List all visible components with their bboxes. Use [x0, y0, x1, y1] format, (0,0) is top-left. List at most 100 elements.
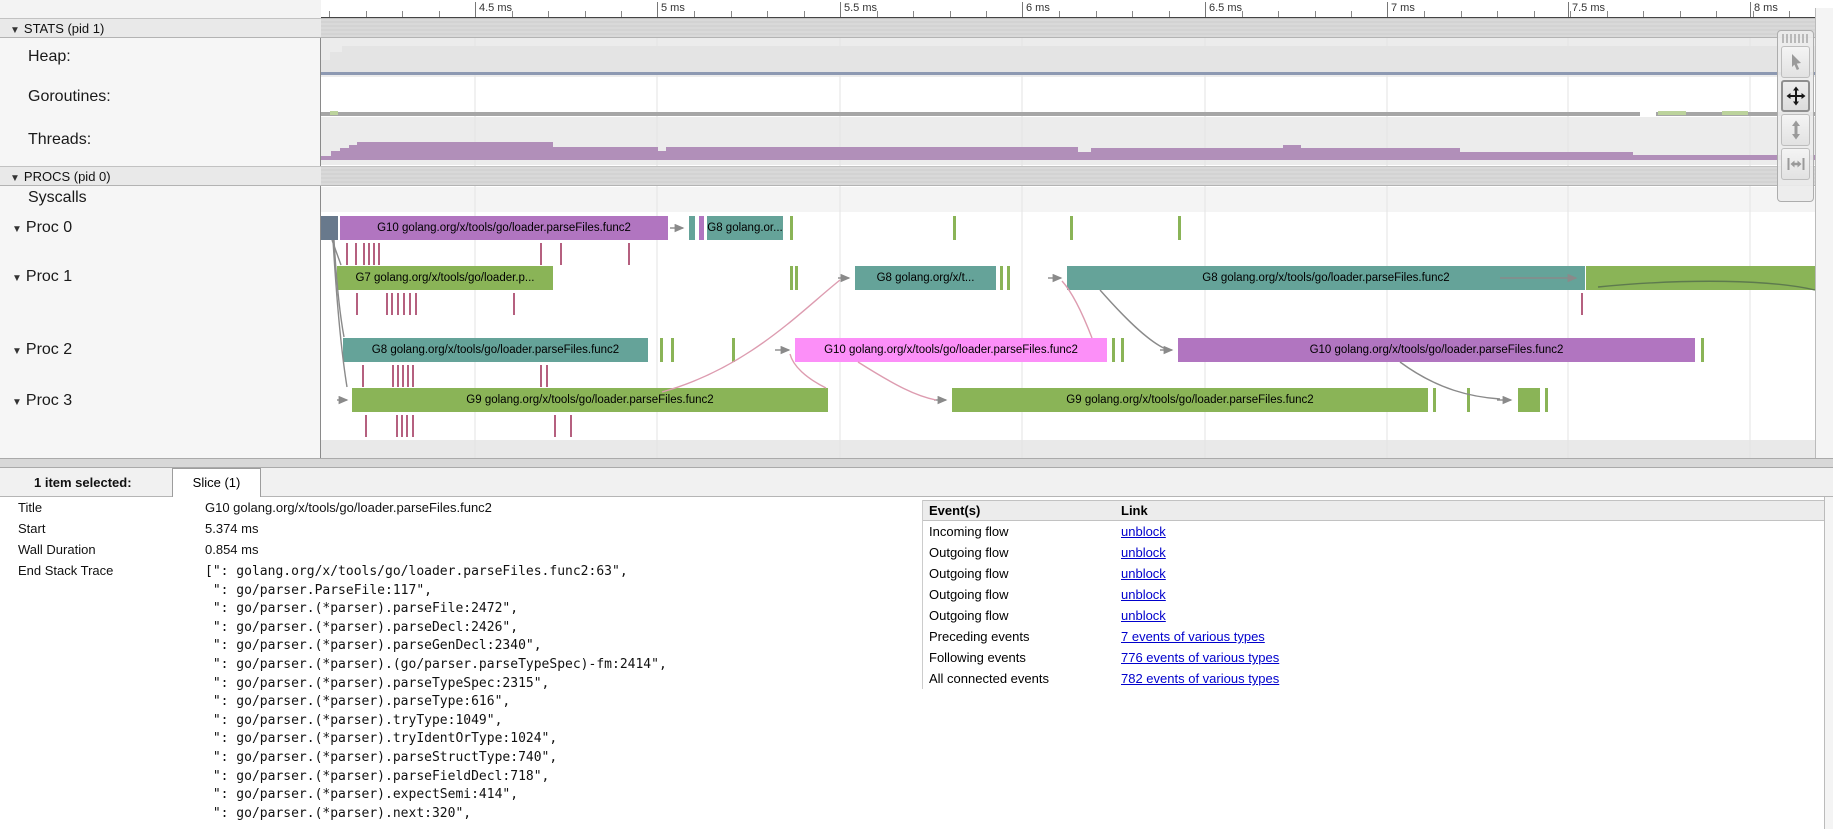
timeline-slice-fragment[interactable] — [1701, 338, 1704, 362]
proc1-track-label[interactable]: ▼Proc 1 — [12, 268, 72, 286]
timeline-slice[interactable]: G8 golang.org/x/tools/go/loader.parseFil… — [1067, 266, 1585, 290]
timeline-slice[interactable]: G9 golang.org/x/tools/go/loader.parseFil… — [952, 388, 1428, 412]
timeline-slice[interactable]: G9 golang.org/x/tools/go/loader.parseFil… — [352, 388, 828, 412]
instant-event-tick[interactable] — [346, 243, 348, 265]
panel-resize-handle[interactable] — [0, 458, 1833, 468]
instant-event-tick[interactable] — [365, 415, 367, 437]
timeline-slice-fragment[interactable] — [660, 338, 663, 362]
instant-event-tick[interactable] — [392, 365, 394, 387]
timeline-slice-fragment[interactable] — [790, 266, 793, 290]
event-link[interactable]: unblock — [1121, 524, 1166, 539]
event-row: Outgoing flowunblock — [923, 584, 1825, 605]
palette-drag-handle-icon[interactable] — [1782, 34, 1809, 43]
timeline-slice[interactable]: G8 golang.or... — [707, 216, 783, 240]
instant-event-tick[interactable] — [570, 415, 572, 437]
instant-event-tick[interactable] — [386, 293, 388, 315]
instant-event-tick[interactable] — [560, 243, 562, 265]
timeline-slice-fragment[interactable] — [1121, 338, 1124, 362]
instant-event-tick[interactable] — [373, 243, 375, 265]
instant-event-tick[interactable] — [1581, 293, 1583, 315]
timeline-slice-fragment[interactable] — [732, 338, 735, 362]
event-link[interactable]: unblock — [1121, 587, 1166, 602]
event-link[interactable]: 7 events of various types — [1121, 629, 1265, 644]
time-ruler[interactable]: 4.5 ms5 ms5.5 ms6 ms6.5 ms7 ms7.5 ms8 ms — [0, 0, 1833, 18]
timeline-slice-fragment[interactable] — [1000, 266, 1003, 290]
timeline-slice-fragment[interactable] — [689, 216, 695, 240]
timeline-area[interactable]: 4.5 ms5 ms5.5 ms6 ms6.5 ms7 ms7.5 ms8 ms — [0, 0, 1833, 458]
proc0-track-label[interactable]: ▼Proc 0 — [12, 219, 72, 237]
event-link[interactable]: 776 events of various types — [1121, 650, 1279, 665]
syscalls-track-label[interactable]: Syscalls — [28, 189, 87, 207]
event-link[interactable]: 782 events of various types — [1121, 671, 1279, 686]
instant-event-tick[interactable] — [513, 293, 515, 315]
timeline-slice-fragment[interactable] — [1112, 338, 1115, 362]
timeline-slice-fragment[interactable] — [790, 216, 793, 240]
instant-event-tick[interactable] — [356, 293, 358, 315]
instant-event-tick[interactable] — [355, 243, 357, 265]
goroutines-track-label[interactable]: Goroutines: — [28, 88, 111, 106]
instant-event-tick[interactable] — [546, 365, 548, 387]
instant-event-tick[interactable] — [362, 365, 364, 387]
instant-event-tick[interactable] — [412, 415, 414, 437]
event-link[interactable]: unblock — [1121, 545, 1166, 560]
timeline-slice-fragment[interactable] — [699, 216, 704, 240]
tab-slice[interactable]: Slice (1) — [172, 468, 261, 497]
timeline-slice[interactable]: G10 golang.org/x/tools/go/loader.parseFi… — [1178, 338, 1695, 362]
proc2-track-label[interactable]: ▼Proc 2 — [12, 341, 72, 359]
instant-event-tick[interactable] — [407, 365, 409, 387]
selection-tool-button[interactable] — [1781, 46, 1810, 78]
instant-event-tick[interactable] — [401, 415, 403, 437]
panel-scrollbar[interactable] — [1824, 497, 1833, 829]
instant-event-tick[interactable] — [403, 293, 405, 315]
instant-event-tick[interactable] — [378, 243, 380, 265]
instant-event-tick[interactable] — [409, 293, 411, 315]
instant-event-tick[interactable] — [540, 243, 542, 265]
instant-event-tick[interactable] — [554, 415, 556, 437]
instant-event-tick[interactable] — [363, 243, 365, 265]
instant-event-tick[interactable] — [391, 293, 393, 315]
timeline-slice-fragment[interactable] — [1586, 266, 1815, 290]
timeline-slice-fragment[interactable] — [1545, 388, 1548, 412]
timeline-slice[interactable]: G10 golang.org/x/tools/go/loader.parseFi… — [340, 216, 668, 240]
event-link[interactable]: unblock — [1121, 566, 1166, 581]
pan-tool-button[interactable] — [1781, 80, 1810, 112]
instant-event-tick[interactable] — [628, 243, 630, 265]
event-type-label: Preceding events — [929, 629, 1029, 644]
heap-track-label[interactable]: Heap: — [28, 48, 71, 66]
instant-event-tick[interactable] — [406, 415, 408, 437]
stats-section-header[interactable]: ▼STATS (pid 1) — [0, 18, 1833, 38]
timeline-slice-fragment[interactable] — [1518, 388, 1540, 412]
timeline-slice-fragment[interactable] — [1433, 388, 1436, 412]
timeline-slice-fragment[interactable] — [953, 216, 956, 240]
event-link[interactable]: unblock — [1121, 608, 1166, 623]
threads-track-label[interactable]: Threads: — [28, 131, 91, 149]
instant-event-tick[interactable] — [368, 243, 370, 265]
zoom-tool-button[interactable] — [1781, 114, 1810, 146]
instant-event-tick[interactable] — [396, 415, 398, 437]
timeline-scrollbar[interactable] — [1815, 8, 1833, 458]
ruler-major-tick — [657, 2, 658, 17]
timeline-slice-fragment[interactable] — [1178, 216, 1181, 240]
goroutines-running-segment — [1658, 111, 1686, 115]
ruler-major-tick — [1205, 2, 1206, 17]
instant-event-tick[interactable] — [540, 365, 542, 387]
instant-event-tick[interactable] — [397, 293, 399, 315]
timeline-slice-fragment[interactable] — [1007, 266, 1010, 290]
timeline-slice[interactable]: G7 golang.org/x/tools/go/loader.p... — [337, 266, 553, 290]
timeline-slice-fragment[interactable] — [795, 266, 798, 290]
timeline-slice-fragment[interactable] — [321, 216, 338, 240]
timing-tool-button[interactable] — [1781, 148, 1810, 180]
instant-event-tick[interactable] — [412, 365, 414, 387]
instant-event-tick[interactable] — [402, 365, 404, 387]
instant-event-tick[interactable] — [415, 293, 417, 315]
proc3-track-label[interactable]: ▼Proc 3 — [12, 392, 72, 410]
timeline-slice[interactable]: G8 golang.org/x/t... — [855, 266, 996, 290]
instant-event-tick[interactable] — [397, 365, 399, 387]
heap-counter-line — [321, 72, 1815, 75]
timeline-slice-fragment[interactable] — [1467, 388, 1470, 412]
timeline-slice[interactable]: G8 golang.org/x/tools/go/loader.parseFil… — [343, 338, 648, 362]
timeline-slice[interactable]: G10 golang.org/x/tools/go/loader.parseFi… — [795, 338, 1107, 362]
timeline-slice-fragment[interactable] — [1070, 216, 1073, 240]
procs-section-header[interactable]: ▼PROCS (pid 0) — [0, 166, 1833, 186]
timeline-slice-fragment[interactable] — [671, 338, 674, 362]
